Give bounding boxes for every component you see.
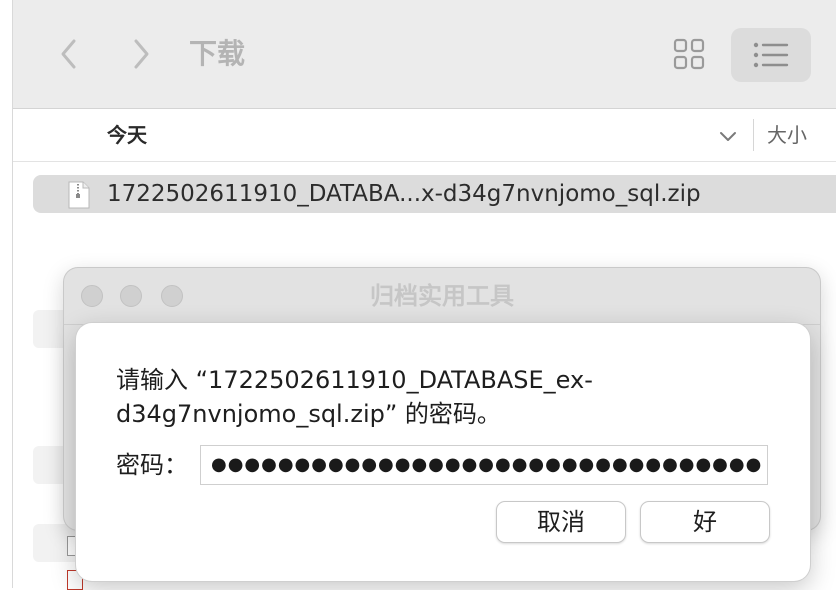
forward-button[interactable]	[121, 34, 161, 74]
zip-file-icon	[68, 181, 90, 209]
password-field[interactable]: ●●●●●●●●●●●●●●●●●●●●●●●●●●●●●●●●●	[200, 445, 768, 485]
chevron-left-icon	[61, 39, 76, 69]
cancel-button[interactable]: 取消	[496, 501, 626, 543]
back-button[interactable]	[49, 34, 89, 74]
list-header: 今天 大小	[13, 109, 836, 162]
list-view-icon	[753, 42, 789, 68]
group-label-today: 今天	[107, 123, 147, 147]
list-view-button[interactable]	[731, 28, 811, 82]
password-dialog: 请输入 “1722502611910_DATABASE_ex-d34g7nvnj…	[76, 323, 810, 581]
ok-button[interactable]: 好	[640, 501, 770, 543]
grid-view-button[interactable]	[663, 28, 715, 80]
column-header-size[interactable]: 大小	[767, 109, 807, 161]
window-title: 下载	[189, 37, 246, 70]
chevron-down-icon[interactable]	[717, 125, 739, 147]
archive-utility-title: 归档实用工具	[370, 282, 514, 310]
column-divider	[753, 119, 754, 151]
chevron-right-icon	[134, 39, 149, 69]
file-row[interactable]: 1722502611910_DATABA...x-d34g7nvnjomo_sq…	[33, 175, 836, 213]
password-label: 密码：	[116, 451, 188, 479]
password-prompt: 请输入 “1722502611910_DATABASE_ex-d34g7nvnj…	[116, 366, 593, 428]
finder-toolbar: 下载	[13, 0, 836, 109]
grid-view-icon	[673, 38, 705, 70]
file-name: 1722502611910_DATABA...x-d34g7nvnjomo_sq…	[107, 181, 701, 207]
